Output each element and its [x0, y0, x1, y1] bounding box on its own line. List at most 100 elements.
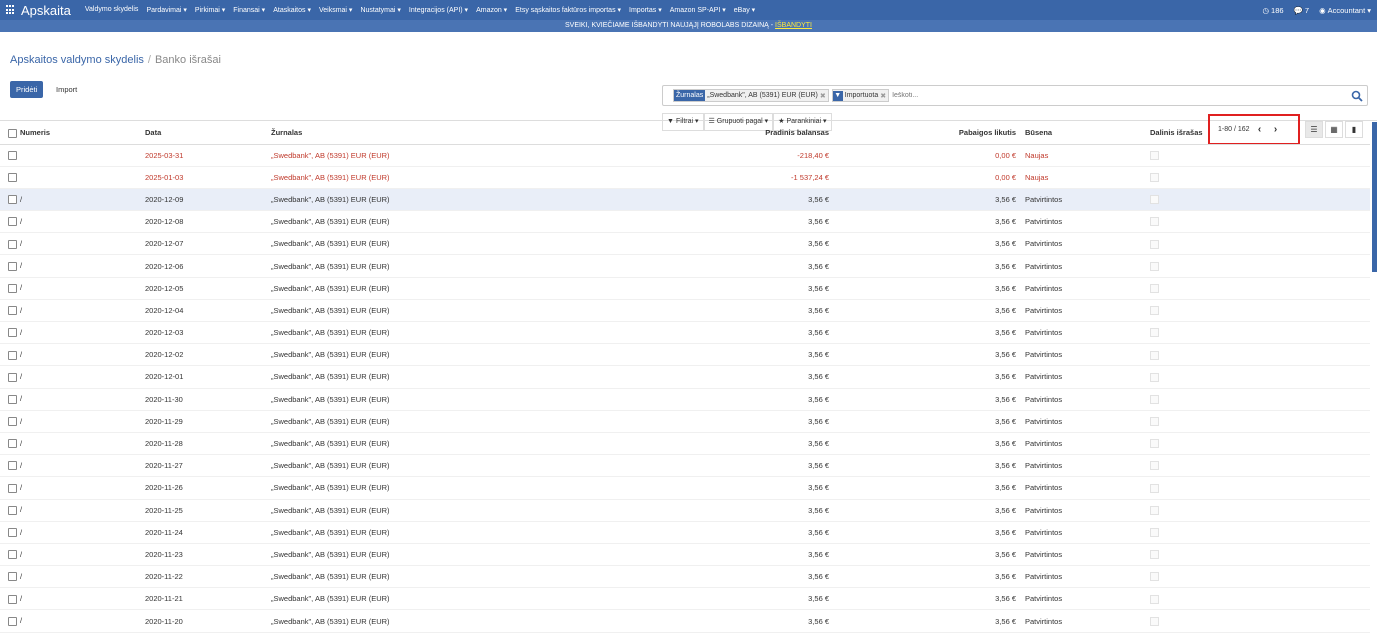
row-checkbox[interactable]	[8, 173, 17, 183]
menu-item-integrations[interactable]: Integracijos (API) ▾	[409, 6, 468, 14]
remove-facet-icon[interactable]: ✖	[820, 92, 828, 100]
select-all-checkbox[interactable]	[8, 128, 17, 138]
row-checkbox[interactable]	[8, 550, 17, 560]
cell-start-balance: 3,56 €	[655, 432, 835, 456]
row-checkbox[interactable]	[8, 417, 17, 427]
row-checkbox[interactable]	[8, 195, 17, 205]
row-checkbox[interactable]	[8, 261, 17, 271]
row-checkbox[interactable]	[8, 394, 17, 404]
header-journal[interactable]: Žurnalas	[271, 122, 655, 145]
cell-number: /	[0, 365, 145, 389]
row-checkbox[interactable]	[8, 461, 17, 471]
breadcrumb-parent[interactable]: Apskaitos valdymo skydelis	[10, 54, 144, 66]
menu-item-actions[interactable]: Veiksmai ▾	[319, 6, 352, 14]
cell-partial	[1150, 321, 1370, 345]
activity-indicator[interactable]: ◷ 186	[1263, 6, 1284, 15]
table-row[interactable]: /2020-11-23 „Swedbank", AB (5391) EUR (EU…	[0, 543, 1370, 567]
try-new-design-link[interactable]: IŠBANDYTI	[775, 22, 812, 29]
row-checkbox[interactable]	[8, 350, 17, 360]
menu-item-etsy[interactable]: Etsy sąskaitos faktūros importas ▾	[515, 6, 621, 14]
cell-number: /	[0, 454, 145, 478]
header-number[interactable]: Numeris	[0, 122, 145, 145]
menu-item-import[interactable]: Importas ▾	[629, 6, 662, 14]
table-row[interactable]: /2020-12-02 „Swedbank", AB (5391) EUR (EU…	[0, 343, 1370, 367]
row-checkbox[interactable]	[8, 328, 17, 338]
remove-facet-icon[interactable]: ✖	[880, 92, 888, 100]
app-brand[interactable]: Apskaita	[21, 3, 71, 18]
table-row[interactable]: /2020-11-30 „Swedbank", AB (5391) EUR (EU…	[0, 388, 1370, 411]
cell-status: Patvirtintos	[1022, 232, 1150, 256]
table-row[interactable]: /2020-11-27 „Swedbank", AB (5391) EUR (EU…	[0, 454, 1370, 478]
row-checkbox[interactable]	[8, 439, 17, 449]
cell-date: 2020-12-08	[145, 210, 271, 234]
avatar-icon: ◉	[1319, 5, 1326, 15]
menu-item-sales[interactable]: Pardavimai ▾	[146, 6, 186, 14]
search-input[interactable]	[892, 92, 973, 99]
apps-grid-icon[interactable]	[6, 5, 16, 15]
row-checkbox[interactable]	[8, 217, 17, 227]
cell-number: /	[0, 321, 145, 345]
table-row[interactable]: /2020-11-29 „Swedbank", AB (5391) EUR (EU…	[0, 410, 1370, 433]
search-icon[interactable]	[1351, 90, 1363, 102]
row-checkbox[interactable]	[8, 528, 17, 538]
table-row[interactable]: /2020-11-22 „Swedbank", AB (5391) EUR (EU…	[0, 565, 1370, 589]
table-row[interactable]: /2020-12-06 „Swedbank", AB (5391) EUR (EU…	[0, 254, 1370, 278]
import-button[interactable]: Import	[50, 81, 83, 98]
table-row[interactable]: /2020-12-03 „Swedbank", AB (5391) EUR (EU…	[0, 321, 1370, 345]
cell-date: 2020-12-01	[145, 365, 271, 389]
table-row[interactable]: /2020-12-04 „Swedbank", AB (5391) EUR (EU…	[0, 299, 1370, 323]
table-row[interactable]: 2025-03-31 „Swedbank", AB (5391) EUR (EUR…	[0, 144, 1370, 167]
table-row[interactable]: /2020-11-21 „Swedbank", AB (5391) EUR (EU…	[0, 587, 1370, 611]
header-status[interactable]: Būsena	[1022, 122, 1150, 145]
table-row[interactable]: /2020-11-26 „Swedbank", AB (5391) EUR (EU…	[0, 476, 1370, 500]
header-start-balance[interactable]: Pradinis balansas	[655, 122, 835, 145]
header-end-balance[interactable]: Pabaigos likutis	[835, 122, 1022, 145]
row-checkbox[interactable]	[8, 372, 17, 382]
table-row[interactable]: 2025-01-03 „Swedbank", AB (5391) EUR (EUR…	[0, 166, 1370, 189]
table-row[interactable]: /2020-12-09 „Swedbank", AB (5391) EUR (EU…	[0, 188, 1370, 212]
cell-date: 2020-12-05	[145, 277, 271, 300]
cell-partial	[1150, 254, 1370, 278]
create-button[interactable]: Pridėti	[10, 81, 44, 98]
row-checkbox[interactable]	[8, 616, 17, 626]
cell-status: Patvirtintos	[1022, 188, 1150, 212]
row-checkbox[interactable]	[8, 239, 17, 249]
menu-item-amazon[interactable]: Amazon ▾	[476, 6, 507, 14]
header-date[interactable]: Data	[145, 122, 271, 145]
scrollbar[interactable]	[1372, 122, 1377, 272]
cell-journal: „Swedbank", AB (5391) EUR (EUR)	[271, 365, 655, 389]
row-checkbox[interactable]	[8, 594, 17, 604]
cell-status: Patvirtintos	[1022, 365, 1150, 389]
table-row[interactable]: /2020-11-20 „Swedbank", AB (5391) EUR (EU…	[0, 609, 1370, 633]
row-checkbox[interactable]	[8, 505, 17, 515]
row-checkbox[interactable]	[8, 483, 17, 493]
header-partial[interactable]: Dalinis išrašas	[1150, 122, 1370, 145]
menu-item-finance[interactable]: Finansai ▾	[233, 6, 265, 14]
partial-checkbox	[1150, 173, 1159, 183]
table-row[interactable]: /2020-12-01 „Swedbank", AB (5391) EUR (EU…	[0, 365, 1370, 389]
clock-icon: ◷	[1262, 5, 1270, 15]
cell-date: 2020-11-27	[145, 454, 271, 478]
table-row[interactable]: /2020-11-28 „Swedbank", AB (5391) EUR (EU…	[0, 432, 1370, 456]
menu-item-purchases[interactable]: Pirkimai ▾	[195, 6, 225, 14]
cell-start-balance: 3,56 €	[655, 254, 835, 278]
cell-partial	[1150, 543, 1370, 567]
row-checkbox[interactable]	[8, 150, 17, 160]
menu-item-settings[interactable]: Nustatymai ▾	[360, 6, 400, 14]
table-row[interactable]: /2020-11-25 „Swedbank", AB (5391) EUR (EU…	[0, 499, 1370, 522]
row-checkbox[interactable]	[8, 572, 17, 582]
table-row[interactable]: /2020-12-05 „Swedbank", AB (5391) EUR (EU…	[0, 277, 1370, 300]
menu-item-amazon-sp-api[interactable]: Amazon SP-API ▾	[670, 6, 726, 14]
table-row[interactable]: /2020-12-08 „Swedbank", AB (5391) EUR (EU…	[0, 210, 1370, 234]
cell-journal: „Swedbank", AB (5391) EUR (EUR)	[271, 432, 655, 456]
menu-item-reports[interactable]: Ataskaitos ▾	[273, 6, 311, 14]
menu-item-dashboard[interactable]: Valdymo skydelis	[85, 6, 139, 14]
user-menu[interactable]: ◉ Accountant ▾	[1319, 6, 1371, 15]
cell-status: Patvirtintos	[1022, 321, 1150, 345]
row-checkbox[interactable]	[8, 283, 17, 293]
table-row[interactable]: /2020-12-07 „Swedbank", AB (5391) EUR (EU…	[0, 232, 1370, 256]
menu-item-ebay[interactable]: eBay ▾	[734, 6, 755, 14]
row-checkbox[interactable]	[8, 306, 17, 316]
table-row[interactable]: /2020-11-24 „Swedbank", AB (5391) EUR (EU…	[0, 521, 1370, 544]
messages-indicator[interactable]: 💬 7	[1294, 6, 1310, 15]
